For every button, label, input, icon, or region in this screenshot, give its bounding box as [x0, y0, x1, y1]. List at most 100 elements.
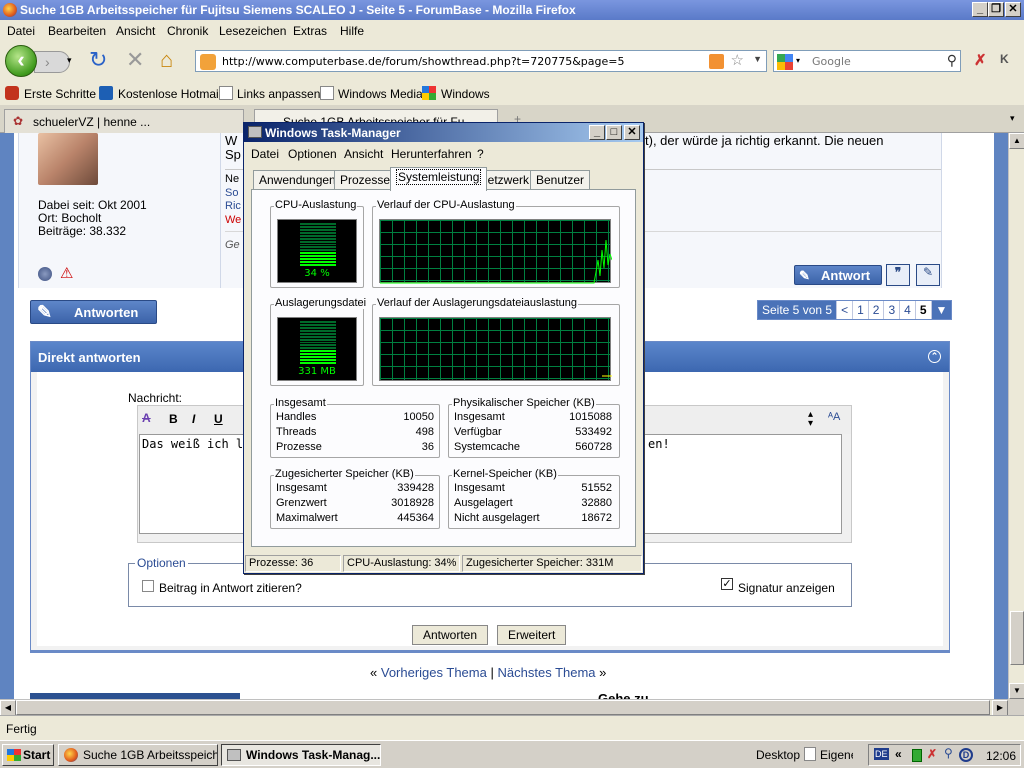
- tray-search-icon[interactable]: ⚲: [944, 746, 953, 760]
- pager-page-2[interactable]: 2: [869, 301, 885, 319]
- system-tray: DE « ✗ ⚲ D 12:06: [868, 744, 1021, 766]
- tm-menu-herunterfahren[interactable]: Herunterfahren: [391, 147, 472, 161]
- submit-reply-button[interactable]: Antworten: [412, 625, 489, 645]
- hscroll-thumb[interactable]: [16, 700, 990, 715]
- bookmark-windows[interactable]: Windows: [441, 87, 490, 101]
- menu-lesezeichen[interactable]: Lesezeichen: [219, 24, 286, 38]
- task-manager-title-bar[interactable]: Windows Task-Manager _ □ ✕: [244, 123, 643, 142]
- desktop-toolbar-label[interactable]: Desktop: [756, 748, 800, 762]
- taskbar-task-manager[interactable]: Windows Task-Manag...: [221, 744, 381, 766]
- close-button[interactable]: ✕: [1005, 2, 1021, 17]
- bookmark-links-anpassen[interactable]: Links anpassen: [237, 87, 320, 101]
- search-engine-dropdown-icon[interactable]: ▾: [796, 56, 800, 65]
- scroll-thumb[interactable]: [1010, 611, 1024, 665]
- tm-menu-help[interactable]: ?: [477, 147, 484, 161]
- sig-link[interactable]: So: [225, 187, 241, 201]
- menu-datei[interactable]: Datei: [7, 24, 35, 38]
- tm-menu-optionen[interactable]: Optionen: [288, 147, 337, 161]
- taskbar-firefox-label: Suche 1GB Arbeitsspeich...: [83, 748, 218, 762]
- post-text-line1: W: [225, 133, 238, 148]
- switch-editor-icon[interactable]: ᴬA: [828, 411, 840, 423]
- language-indicator[interactable]: DE: [874, 748, 889, 760]
- tm-maximize-button[interactable]: □: [606, 125, 622, 140]
- restore-button[interactable]: ❐: [988, 2, 1004, 17]
- scroll-up-arrow[interactable]: ▲: [1009, 133, 1024, 149]
- underline-icon[interactable]: U: [214, 412, 223, 426]
- tm-menu-datei[interactable]: Datei: [251, 147, 279, 161]
- rss-icon[interactable]: [709, 54, 724, 69]
- signature-checkbox[interactable]: ✓: [721, 578, 733, 590]
- kernel-row: Nicht ausgelagert 18672: [454, 512, 612, 527]
- next-thread-link[interactable]: Nächstes Thema: [498, 665, 596, 680]
- tab-schuelervz[interactable]: ✿ schuelerVZ | henne ...: [4, 109, 244, 133]
- resize-editor-icon[interactable]: ▴ ▾: [808, 410, 813, 429]
- new-reply-button[interactable]: ✎ Antworten: [30, 300, 157, 324]
- horizontal-scrollbar[interactable]: ◀ ▶: [0, 699, 1008, 716]
- tray-expand-icon[interactable]: «: [895, 747, 902, 761]
- sig-link[interactable]: Ric: [225, 200, 241, 214]
- row-value: 3018928: [391, 497, 434, 509]
- tm-menu-ansicht[interactable]: Ansicht: [344, 147, 383, 161]
- multiquote-button[interactable]: ✎: [916, 264, 940, 286]
- vertical-scrollbar[interactable]: ▲ ▼: [1008, 133, 1024, 699]
- pager-page-4[interactable]: 4: [900, 301, 916, 319]
- menu-chronik[interactable]: Chronik: [167, 24, 208, 38]
- menu-ansicht[interactable]: Ansicht: [116, 24, 155, 38]
- pager-page-1[interactable]: 1: [853, 301, 869, 319]
- pager-dropdown-icon[interactable]: ▼: [931, 301, 952, 319]
- collapse-icon[interactable]: ⌃: [928, 350, 941, 363]
- tab-anwendungen[interactable]: Anwendungen: [253, 170, 342, 190]
- scroll-right-arrow[interactable]: ▶: [992, 700, 1008, 716]
- google-icon[interactable]: [777, 54, 793, 70]
- menu-bearbeiten[interactable]: Bearbeiten: [48, 24, 106, 38]
- url-bar[interactable]: http://www.computerbase.de/forum/showthr…: [195, 50, 767, 72]
- clock[interactable]: 12:06: [986, 749, 1016, 763]
- quote-button[interactable]: ❞: [886, 264, 910, 286]
- reply-icon: ✎: [37, 302, 53, 322]
- advanced-reply-button[interactable]: Erweitert: [497, 625, 567, 645]
- scroll-down-arrow[interactable]: ▼: [1009, 683, 1024, 699]
- start-button[interactable]: Start: [2, 744, 54, 766]
- search-icon[interactable]: ⚲: [947, 52, 957, 69]
- tab-list-icon[interactable]: ▾: [1010, 113, 1015, 124]
- forward-button[interactable]: ›: [34, 51, 70, 73]
- tray-security-icon[interactable]: ✗: [927, 747, 937, 761]
- stop-icon[interactable]: ✕: [126, 47, 144, 73]
- italic-icon[interactable]: I: [192, 412, 195, 426]
- addon-icon-2[interactable]: K: [1000, 52, 1009, 66]
- antwort-button[interactable]: ✎ Antwort: [794, 265, 882, 285]
- row-key: Maximalwert: [276, 512, 338, 524]
- bold-icon[interactable]: B: [169, 412, 178, 426]
- pager-page-3[interactable]: 3: [884, 301, 901, 319]
- history-dropdown-icon[interactable]: ▾: [67, 55, 72, 66]
- back-button[interactable]: ‹: [5, 45, 37, 77]
- tm-minimize-button[interactable]: _: [589, 125, 605, 140]
- status-commit: Zugesicherter Speicher: 331M: [462, 555, 642, 572]
- tm-close-button[interactable]: ✕: [624, 125, 640, 140]
- bookmark-star-icon[interactable]: ☆: [731, 51, 744, 69]
- scroll-left-arrow[interactable]: ◀: [0, 700, 16, 716]
- bookmark-hotmail[interactable]: Kostenlose Hotmail: [118, 87, 221, 101]
- tray-monitor-icon[interactable]: [912, 749, 922, 762]
- pager-prev[interactable]: <: [837, 301, 854, 319]
- reload-icon[interactable]: ↻: [89, 47, 107, 73]
- quote-checkbox[interactable]: [142, 580, 154, 592]
- tab-systemleistung[interactable]: Systemleistung: [390, 167, 488, 191]
- previous-thread-link[interactable]: Vorheriges Thema: [381, 665, 487, 680]
- taskbar-firefox[interactable]: Suche 1GB Arbeitsspeich...: [58, 744, 218, 766]
- bookmark-windows-media[interactable]: Windows Media: [338, 87, 423, 101]
- tab-prozesse[interactable]: Prozesse: [334, 170, 397, 190]
- search-box[interactable]: ▾ Google ⚲: [773, 50, 961, 72]
- eigene-dateien-shortcut[interactable]: Eigene: [820, 748, 853, 762]
- tray-d-icon[interactable]: D: [959, 748, 973, 762]
- addon-icon-1[interactable]: ✗: [974, 51, 987, 69]
- minimize-button[interactable]: _: [972, 2, 988, 17]
- bookmark-erste-schritte[interactable]: Erste Schritte: [24, 87, 96, 101]
- home-icon[interactable]: ⌂: [160, 47, 173, 73]
- menu-hilfe[interactable]: Hilfe: [340, 24, 364, 38]
- menu-extras[interactable]: Extras: [293, 24, 327, 38]
- report-post-icon[interactable]: ⚠: [60, 264, 73, 282]
- url-dropdown-icon[interactable]: ▼: [753, 54, 762, 64]
- tab-benutzer[interactable]: Benutzer: [530, 170, 591, 190]
- remove-format-icon[interactable]: A: [142, 411, 151, 425]
